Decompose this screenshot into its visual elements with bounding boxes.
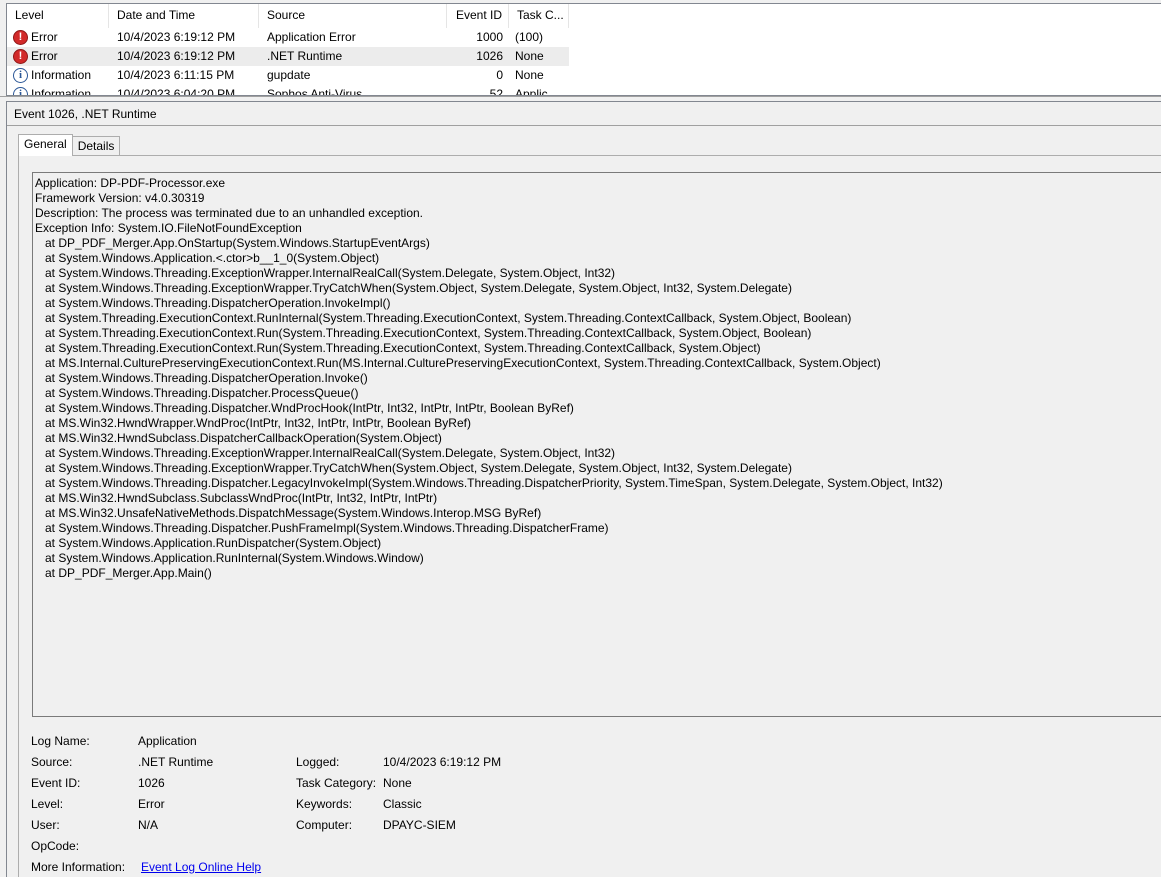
source-label: Source:: [31, 755, 73, 769]
level-cell: i Information: [7, 85, 109, 96]
keywords-value: Classic: [383, 797, 422, 811]
task-category-cell: Applic...: [515, 87, 558, 96]
event-detail-title: Event 1026, .NET Runtime: [14, 107, 157, 121]
error-icon: !: [13, 30, 28, 45]
event-id-cell: 52: [489, 87, 503, 96]
tab-general[interactable]: General: [18, 134, 73, 156]
level-label: Level:: [31, 797, 64, 811]
column-header-date-and-time[interactable]: Date and Time: [109, 4, 259, 28]
general-tab-panel: Application: DP-PDF-Processor.exe Framew…: [18, 155, 1161, 877]
event-id-cell: 0: [496, 68, 503, 82]
more-information-label: More Information:: [31, 860, 126, 874]
log-name-label: Log Name:: [31, 734, 90, 748]
source-cell: .NET Runtime: [267, 49, 343, 63]
column-header-source[interactable]: Source: [259, 4, 447, 28]
event-detail-pane: Event 1026, .NET Runtime General Details…: [6, 101, 1161, 877]
information-icon: i: [13, 68, 28, 83]
event-id-cell: 1026: [476, 49, 503, 63]
logged-value: 10/4/2023 6:19:12 PM: [383, 755, 502, 769]
event-viewer: Level Date and Time Source Event ID Task…: [0, 0, 1161, 877]
level-cell: ! Error: [7, 28, 109, 47]
tab-details[interactable]: Details: [72, 136, 121, 156]
date-cell: 10/4/2023 6:19:12 PM: [117, 49, 236, 63]
event-row[interactable]: ! Error 10/4/2023 6:19:12 PM Application…: [7, 28, 569, 47]
user-label: User:: [31, 818, 60, 832]
source-cell: Sophos Anti-Virus: [267, 87, 363, 96]
level-text: Information: [31, 87, 92, 96]
event-description-box[interactable]: Application: DP-PDF-Processor.exe Framew…: [32, 172, 1161, 717]
level-cell: ! Error: [7, 47, 109, 66]
date-cell: 10/4/2023 6:04:20 PM: [117, 87, 236, 96]
event-row-selected[interactable]: ! Error 10/4/2023 6:19:12 PM .NET Runtim…: [7, 47, 569, 66]
level-text: Information: [31, 68, 92, 82]
opcode-label: OpCode:: [31, 839, 80, 853]
event-id-label: Event ID:: [31, 776, 81, 790]
column-header-level[interactable]: Level: [7, 4, 109, 28]
user-value: N/A: [138, 818, 159, 832]
computer-value: DPAYC-SIEM: [383, 818, 456, 832]
computer-label: Computer:: [296, 818, 353, 832]
column-header-task-category[interactable]: Task C...: [509, 4, 569, 28]
log-name-value: Application: [138, 734, 197, 748]
event-description-text: Application: DP-PDF-Processor.exe Framew…: [35, 176, 943, 580]
source-cell: gupdate: [267, 68, 311, 82]
level-text: Error: [31, 30, 58, 44]
task-category-cell: (100): [515, 30, 544, 44]
event-properties: Log Name: Application Source: .NET Runti…: [31, 734, 631, 877]
logged-label: Logged:: [296, 755, 340, 769]
event-id-cell: 1000: [476, 30, 503, 44]
source-cell: Application Error: [267, 30, 356, 44]
source-value: .NET Runtime: [138, 755, 214, 769]
event-row[interactable]: i Information 10/4/2023 6:11:15 PM gupda…: [7, 66, 569, 85]
event-list[interactable]: Level Date and Time Source Event ID Task…: [6, 3, 1161, 96]
error-icon: !: [13, 49, 28, 64]
event-log-online-help-link[interactable]: Event Log Online Help: [141, 860, 261, 874]
information-icon: i: [13, 87, 28, 95]
detail-tabs: General Details: [18, 134, 121, 156]
task-category-cell: None: [515, 68, 544, 82]
task-category-label: Task Category:: [296, 776, 377, 790]
column-header-event-id[interactable]: Event ID: [447, 4, 509, 28]
detail-title-divider: [7, 125, 1161, 126]
event-list-header: Level Date and Time Source Event ID Task…: [7, 4, 569, 28]
level-cell: i Information: [7, 66, 109, 85]
level-value: Error: [138, 797, 165, 811]
keywords-label: Keywords:: [296, 797, 353, 811]
date-cell: 10/4/2023 6:19:12 PM: [117, 30, 236, 44]
event-row[interactable]: i Information 10/4/2023 6:04:20 PM Sopho…: [7, 85, 569, 96]
date-cell: 10/4/2023 6:11:15 PM: [117, 68, 235, 82]
level-text: Error: [31, 49, 58, 63]
event-id-value: 1026: [138, 776, 165, 790]
task-category-cell: None: [515, 49, 544, 63]
event-list-rows: ! Error 10/4/2023 6:19:12 PM Application…: [7, 28, 569, 96]
task-category-value: None: [383, 776, 412, 790]
